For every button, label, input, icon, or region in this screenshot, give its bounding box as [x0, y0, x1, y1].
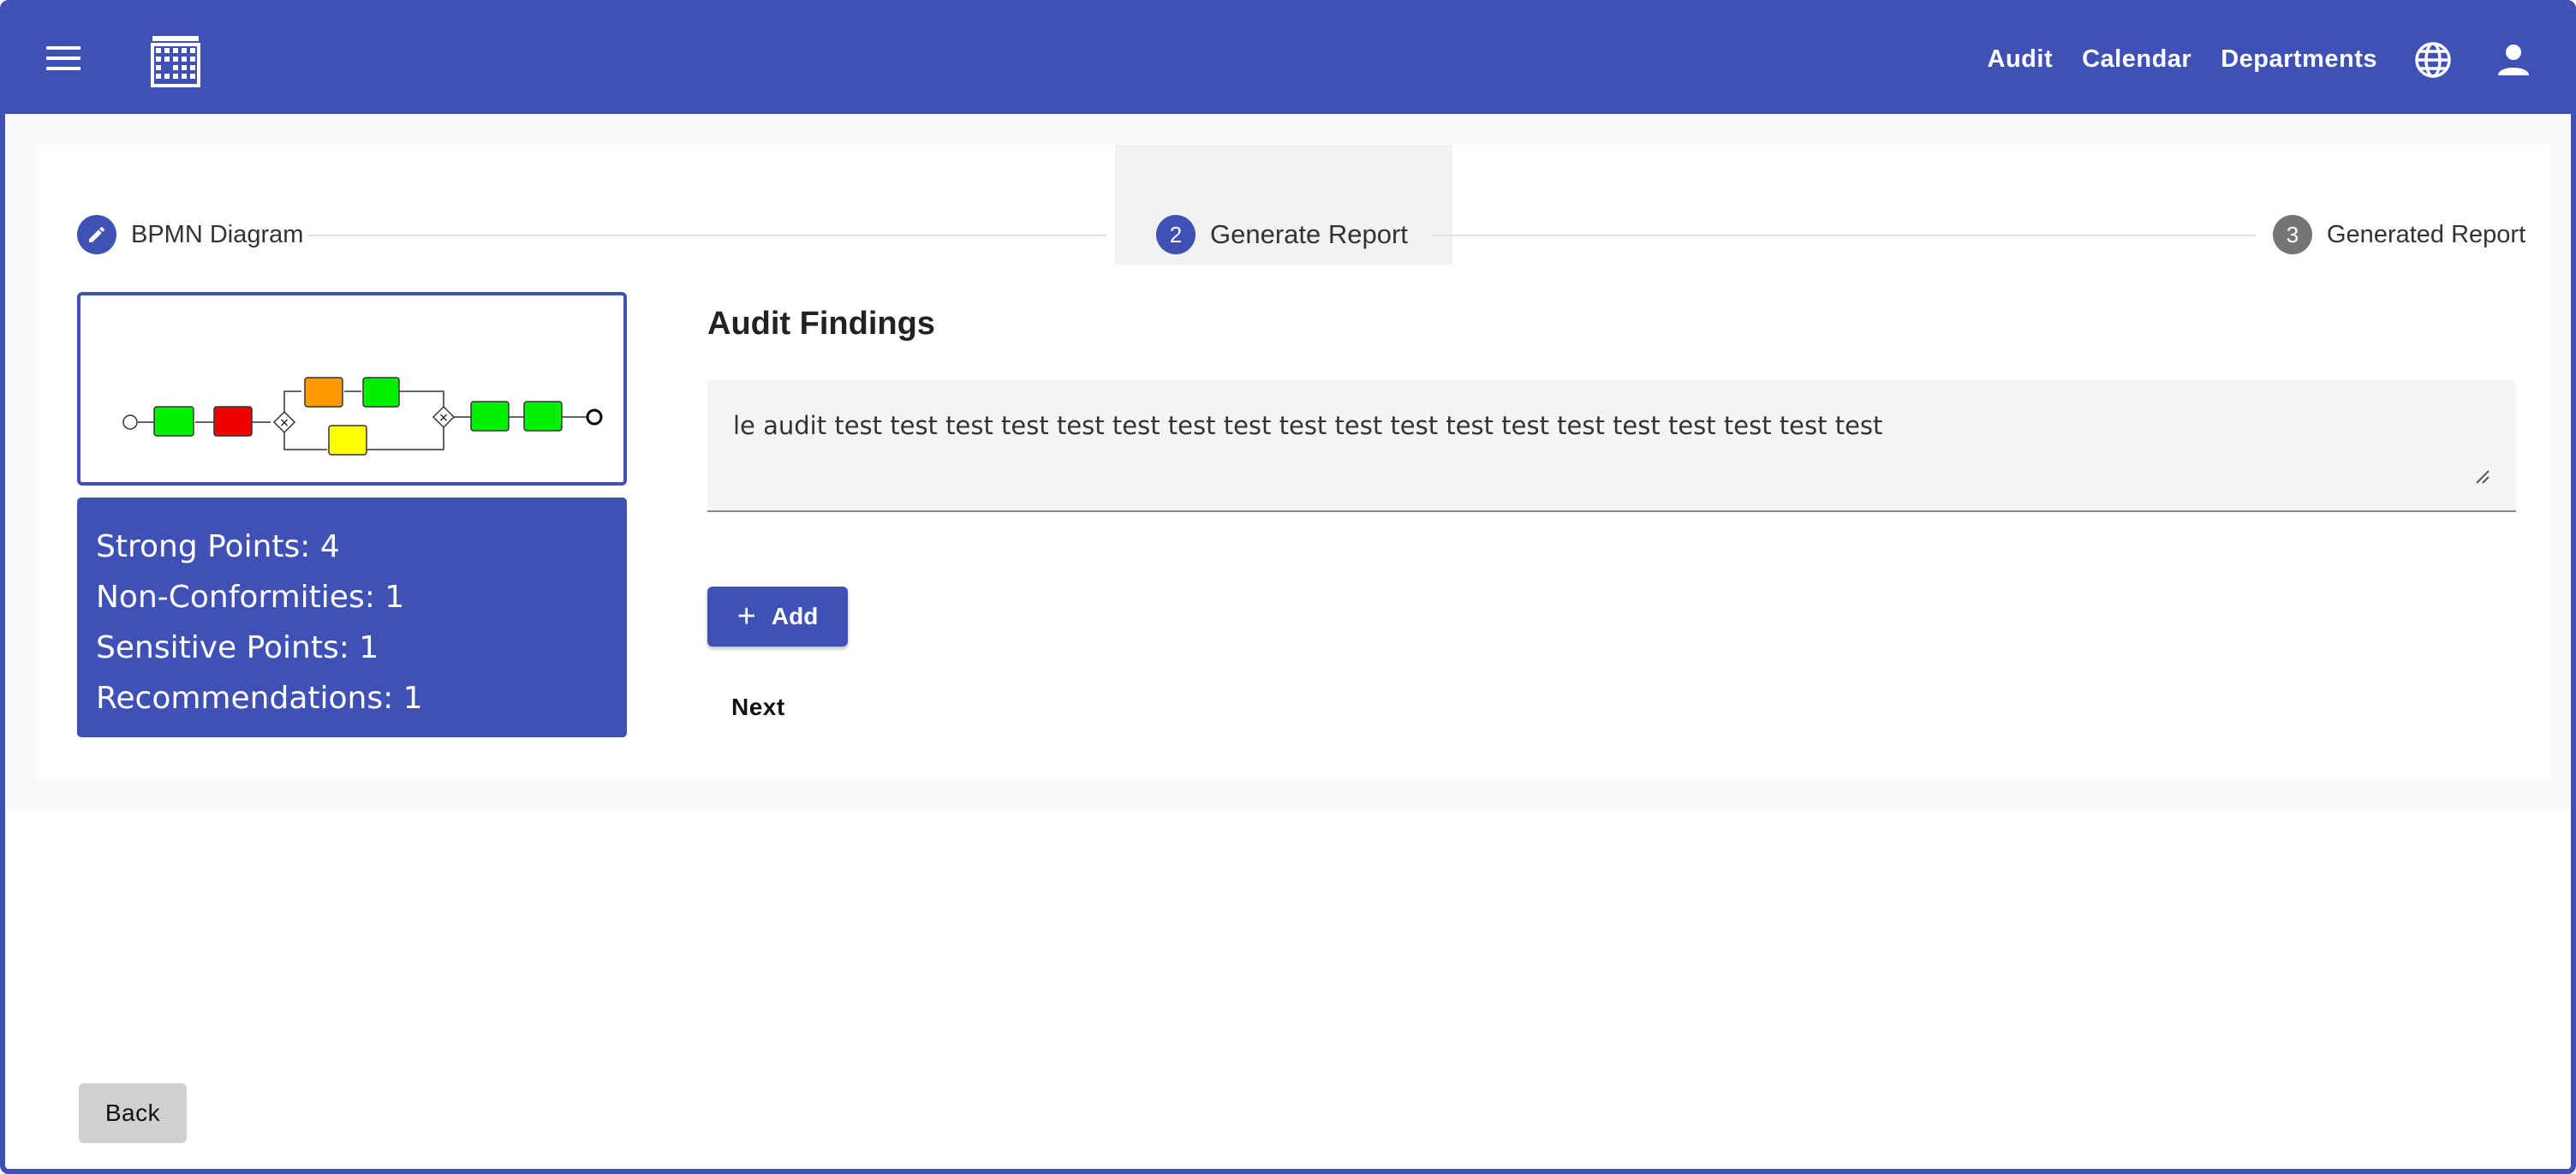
bpmn-diagram: × × [122, 377, 603, 456]
step-label: Generated Report [2327, 220, 2526, 248]
strong-points-count: Strong Points: 4 [96, 529, 340, 564]
svg-text:×: × [438, 411, 449, 425]
audit-findings-textarea[interactable]: le audit test test test test test test t… [707, 380, 2516, 512]
plus-icon: + [736, 598, 756, 635]
top-nav: Audit Calendar Departments [1988, 5, 2571, 114]
step-label: Generate Report [1210, 219, 1408, 249]
step-generate-report[interactable]: 2 Generate Report [1156, 212, 1408, 258]
step-connector [1432, 235, 2256, 236]
nav-departments[interactable]: Departments [2221, 45, 2377, 74]
top-app-bar: Audit Calendar Departments [5, 5, 2571, 114]
svg-text:×: × [279, 416, 289, 430]
sensitive-points-count: Sensitive Points: 1 [96, 630, 379, 665]
step-number: 2 [1156, 215, 1196, 254]
back-button[interactable]: Back [79, 1083, 187, 1143]
add-button[interactable]: + Add [707, 587, 848, 647]
person-icon[interactable] [2494, 40, 2533, 80]
page-background: BPMN Diagram 2 Generate Report 3 Generat… [5, 114, 2571, 811]
nav-audit[interactable]: Audit [1988, 45, 2054, 74]
nav-calendar[interactable]: Calendar [2082, 45, 2191, 74]
recommendations-count: Recommendations: 1 [96, 681, 423, 716]
app-window: Audit Calendar Departments BPMN Diagram … [0, 0, 2576, 1174]
audit-findings-title: Audit Findings [707, 306, 935, 342]
next-button[interactable]: Next [731, 694, 785, 721]
step-label: BPMN Diagram [131, 220, 304, 248]
building-icon[interactable] [149, 34, 202, 87]
pencil-icon [77, 215, 116, 254]
step-connector [308, 235, 1106, 236]
step-generated-report[interactable]: 3 Generated Report [2273, 212, 2525, 258]
step-bpmn-diagram[interactable]: BPMN Diagram [77, 212, 303, 258]
bpmn-diagram-thumbnail[interactable]: × × [77, 292, 627, 486]
non-conformities-count: Non-Conformities: 1 [96, 580, 405, 615]
add-button-label: Add [771, 603, 819, 629]
globe-icon[interactable] [2413, 40, 2453, 80]
stepper: BPMN Diagram 2 Generate Report 3 Generat… [36, 145, 2550, 265]
findings-summary-panel: Strong Points: 4 Non-Conformities: 1 Sen… [77, 498, 627, 737]
main-card: BPMN Diagram 2 Generate Report 3 Generat… [36, 145, 2550, 778]
findings-text: le audit test test test test test test t… [733, 411, 1883, 440]
resize-handle-icon[interactable] [2473, 468, 2490, 485]
hamburger-icon[interactable] [46, 46, 80, 74]
step-number: 3 [2273, 215, 2312, 254]
